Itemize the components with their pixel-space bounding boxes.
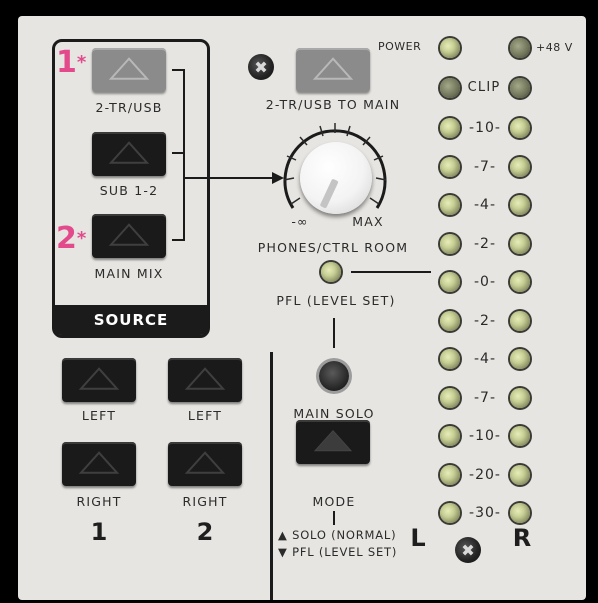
meter-led-left	[440, 195, 460, 215]
mode-label: MODE	[312, 494, 356, 509]
triangle-up-icon	[184, 367, 226, 390]
meter-led-left	[440, 310, 460, 331]
source-connector-lines	[172, 69, 284, 241]
meter-level-label: -10-	[469, 120, 501, 136]
clip-led-right	[510, 78, 530, 98]
marker-2: 2*	[56, 221, 87, 256]
mode-button[interactable]	[296, 420, 370, 464]
group-2-right-button[interactable]	[168, 442, 242, 486]
meter-led-left	[440, 464, 460, 485]
meter-level-label: -4-	[473, 197, 497, 213]
knob-pointer	[319, 178, 339, 209]
meter-led-right	[510, 156, 530, 177]
meter-led-right	[510, 233, 530, 254]
source-title: SOURCE	[93, 311, 169, 329]
meter-level-label: -7-	[473, 158, 497, 175]
group-2-right-label: RIGHT	[182, 494, 228, 509]
triangle-up-icon	[108, 223, 150, 246]
meter-level-label: -2-	[473, 235, 497, 252]
2tr-usb-to-main-button[interactable]	[296, 48, 370, 92]
triangle-up-icon	[78, 367, 120, 390]
meter-led-left	[440, 503, 460, 523]
triangle-up-icon	[108, 57, 150, 80]
clip-led-left	[440, 78, 460, 98]
meter-led-right	[510, 195, 530, 215]
pfl-connector	[333, 318, 335, 348]
power-label: POWER	[378, 40, 422, 53]
meter-led-right	[510, 118, 530, 138]
meter-right-label: R	[512, 524, 532, 552]
phantom-led	[510, 38, 530, 58]
power-led	[440, 38, 460, 58]
clip-label: CLIP	[467, 80, 501, 95]
meter-led-right	[510, 310, 530, 331]
screw-top	[248, 54, 274, 80]
meter-level-label: -0-	[473, 274, 497, 290]
pfl-led	[321, 262, 341, 282]
pfl-line	[351, 271, 431, 273]
triangle-up-icon	[108, 141, 150, 164]
knob-label: PHONES/CTRL ROOM	[257, 240, 409, 255]
group-2-number: 2	[196, 518, 214, 546]
group-1-left-label: LEFT	[81, 408, 117, 423]
source-2tr-usb-label: 2-TR/USB	[95, 100, 163, 115]
knob-min-label: -∞	[291, 214, 309, 229]
mode-down-note: ▼ PFL (LEVEL SET)	[278, 545, 398, 559]
meter-led-right	[510, 349, 530, 369]
source-2tr-usb-button[interactable]	[92, 48, 166, 92]
mode-tick	[333, 511, 335, 525]
meter-left-label: L	[410, 524, 426, 552]
source-main-mix-button[interactable]	[92, 214, 166, 258]
section-divider	[270, 352, 273, 600]
group-2-left-label: LEFT	[187, 408, 223, 423]
triangle-up-icon	[78, 451, 120, 474]
main-solo-button[interactable]	[319, 361, 349, 391]
meter-level-label: -30-	[469, 505, 501, 521]
meter-level-label: -4-	[473, 351, 497, 367]
main-solo-label: MAIN SOLO	[293, 406, 375, 421]
group-2-left-button[interactable]	[168, 358, 242, 402]
marker-1: 1*	[56, 45, 87, 80]
meter-level-label: -2-	[473, 312, 497, 329]
triangle-up-icon	[312, 57, 354, 80]
meter-level-label: -20-	[469, 466, 501, 483]
meter-led-right	[510, 464, 530, 485]
meter-led-left	[440, 156, 460, 177]
group-1-right-button[interactable]	[62, 442, 136, 486]
mode-up-note: ▲ SOLO (NORMAL)	[278, 528, 397, 542]
meter-led-right	[510, 503, 530, 523]
source-main-mix-label: MAIN MIX	[94, 266, 164, 281]
meter-led-left	[440, 426, 460, 446]
meter-led-right	[510, 387, 530, 408]
group-1-right-label: RIGHT	[76, 494, 122, 509]
2tr-usb-to-main-label: 2-TR/USB TO MAIN	[265, 97, 401, 112]
phantom-label: +48 V	[536, 41, 573, 54]
group-1-number: 1	[90, 518, 108, 546]
source-sub-1-2-label: SUB 1-2	[99, 183, 159, 198]
source-sub-1-2-button[interactable]	[92, 132, 166, 176]
knob-max-label: MAX	[352, 214, 384, 229]
meter-level-label: -7-	[473, 389, 497, 406]
screw-bottom	[455, 537, 481, 563]
meter-led-left	[440, 233, 460, 254]
meter-led-right	[510, 426, 530, 446]
phones-ctrl-room-knob[interactable]	[300, 142, 372, 214]
group-1-left-button[interactable]	[62, 358, 136, 402]
meter-led-left	[440, 387, 460, 408]
meter-led-left	[440, 272, 460, 292]
triangle-up-icon	[313, 429, 353, 452]
meter-level-label: -10-	[469, 428, 501, 444]
meter-led-right	[510, 272, 530, 292]
pfl-label: PFL (LEVEL SET)	[276, 293, 396, 308]
meter-led-left	[440, 118, 460, 138]
triangle-up-icon	[184, 451, 226, 474]
meter-led-left	[440, 349, 460, 369]
